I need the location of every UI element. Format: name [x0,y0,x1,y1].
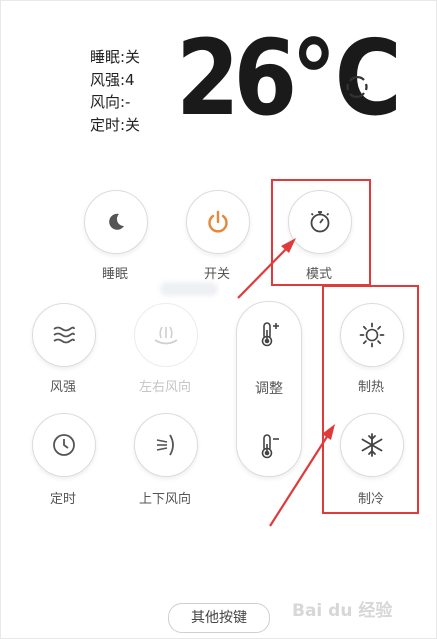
annotation-arrows [237,238,335,527]
other-keys-button[interactable]: 其他按键 [168,603,270,633]
watermark: Bai du 经验 [292,601,393,621]
